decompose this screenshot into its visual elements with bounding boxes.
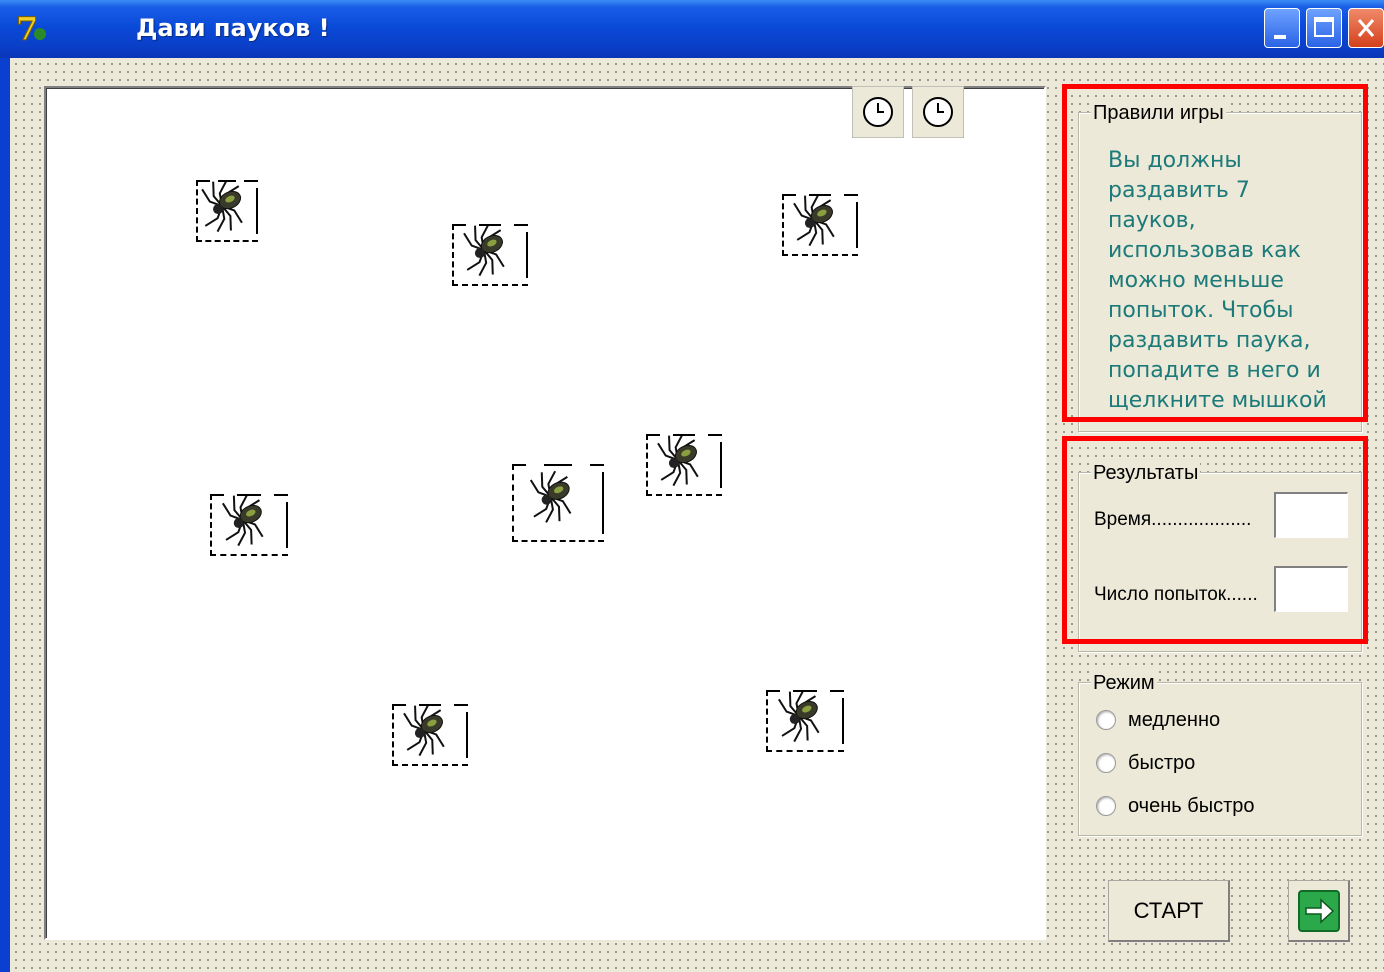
timer-1 [852,86,904,138]
app-icon: 7 [16,10,46,48]
spider-selection-frame [452,224,528,286]
attempts-label: Число попыток...... [1094,584,1258,605]
app-window: 7 Дави пауков ! Правили игры Вы должны р… [0,0,1384,972]
spider[interactable] [782,193,858,256]
next-button[interactable] [1288,880,1350,942]
spider[interactable] [646,433,722,496]
spider-selection-frame [512,464,604,542]
spider-selection-frame [392,704,468,766]
mode-very-fast-radio[interactable] [1096,796,1116,816]
spider-selection-frame [782,194,858,256]
svg-text:7: 7 [16,10,38,48]
spider[interactable] [210,493,288,556]
rules-text: Вы должны раздавить 7 пауков, использова… [1108,148,1327,413]
close-icon [1357,19,1375,37]
window-title: Дави пауков ! [136,14,330,42]
maximize-button[interactable] [1306,8,1342,48]
spider[interactable] [392,703,468,766]
results-title: Результаты [1091,461,1201,485]
spider-selection-frame [646,434,722,496]
time-field[interactable] [1274,492,1348,538]
spider[interactable] [766,689,844,752]
clock-icon [923,97,953,127]
mode-fast-label[interactable]: быстро [1128,751,1195,775]
timer-2 [912,86,964,138]
maximize-icon [1314,17,1334,37]
mode-fast-radio[interactable] [1096,753,1116,773]
minimize-button[interactable] [1264,8,1300,48]
spider[interactable] [452,223,528,286]
start-button[interactable]: СТАРТ [1108,880,1230,942]
rules-title: Правили игры [1091,101,1226,125]
minimize-icon [1274,35,1286,39]
attempts-field[interactable] [1274,566,1348,612]
clock-icon [863,97,893,127]
mode-title: Режим [1091,671,1157,695]
mode-slow-label[interactable]: медленно [1128,708,1220,732]
mode-slow-radio[interactable] [1096,710,1116,730]
close-button[interactable] [1348,8,1384,48]
spider-selection-frame [196,180,258,242]
spider[interactable] [196,179,258,242]
arrow-right-icon [1297,889,1340,932]
spider[interactable] [512,464,604,542]
spider-selection-frame [210,494,288,556]
time-label: Время................... [1094,509,1252,530]
spider-selection-frame [766,690,844,752]
title-bar[interactable]: 7 Дави пауков ! [0,0,1384,58]
mode-very-fast-label[interactable]: очень быстро [1128,794,1254,818]
